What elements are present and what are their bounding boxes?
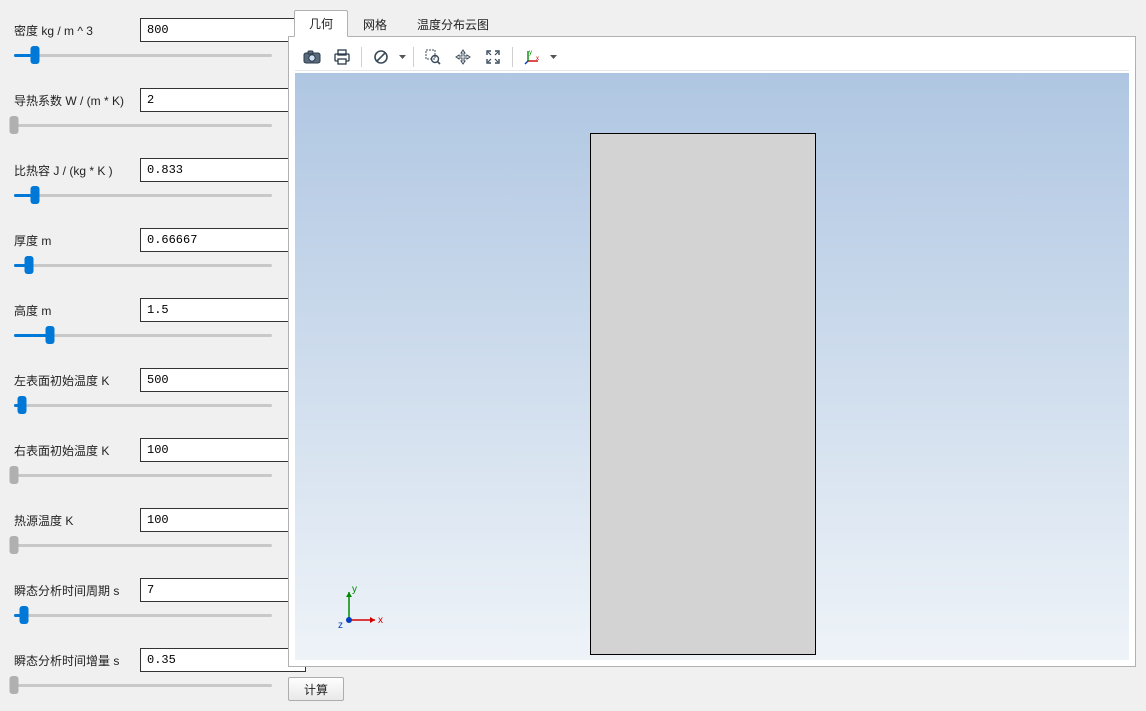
toolbar-separator: [512, 47, 513, 67]
tab-bar: 几何网格温度分布云图: [288, 10, 1136, 36]
no-symbol-icon[interactable]: [368, 45, 394, 69]
tab[interactable]: 网格: [348, 11, 402, 37]
field-input[interactable]: [140, 298, 306, 322]
field-label: 瞬态分析时间周期 s: [14, 582, 136, 599]
field-slider[interactable]: [14, 538, 272, 552]
svg-text:y: y: [529, 50, 532, 56]
field-top: 左表面初始温度 K: [14, 368, 272, 392]
field-label: 左表面初始温度 K: [14, 372, 136, 389]
field-top: 导热系数 W / (m * K): [14, 88, 272, 112]
zoom-box-icon[interactable]: [420, 45, 446, 69]
field-row: 导热系数 W / (m * K): [14, 88, 272, 132]
field-row: 热源温度 K: [14, 508, 272, 552]
app-root: 密度 kg / m ^ 3 导热系数 W / (m * K) 比热容 J / (kg…: [0, 0, 1146, 711]
field-row: 瞬态分析时间增量 s: [14, 648, 272, 692]
svg-text:x: x: [536, 56, 539, 62]
field-top: 瞬态分析时间增量 s: [14, 648, 272, 672]
field-label: 热源温度 K: [14, 512, 136, 529]
field-top: 热源温度 K: [14, 508, 272, 532]
field-label: 厚度 m: [14, 232, 136, 249]
field-top: 高度 m: [14, 298, 272, 322]
field-input[interactable]: [140, 88, 306, 112]
field-slider[interactable]: [14, 678, 272, 692]
compute-button[interactable]: 计算: [288, 677, 344, 701]
viewport-toolbar: xy: [295, 43, 1129, 71]
field-slider[interactable]: [14, 258, 272, 272]
field-label: 瞬态分析时间增量 s: [14, 652, 136, 669]
right-panel: 几何网格温度分布云图 xy x y z: [288, 10, 1136, 701]
field-slider[interactable]: [14, 48, 272, 62]
field-row: 瞬态分析时间周期 s: [14, 578, 272, 622]
field-row: 高度 m: [14, 298, 272, 342]
field-label: 高度 m: [14, 302, 136, 319]
field-input[interactable]: [140, 368, 306, 392]
field-top: 瞬态分析时间周期 s: [14, 578, 272, 602]
field-top: 比热容 J / (kg * K ): [14, 158, 272, 182]
field-label: 密度 kg / m ^ 3: [14, 22, 136, 39]
field-label: 右表面初始温度 K: [14, 442, 136, 459]
field-input[interactable]: [140, 508, 306, 532]
dropdown-caret-icon[interactable]: [549, 45, 558, 69]
field-row: 右表面初始温度 K: [14, 438, 272, 482]
field-slider[interactable]: [14, 118, 272, 132]
axis-gizmo[interactable]: x y z: [335, 582, 385, 632]
field-label: 导热系数 W / (m * K): [14, 92, 136, 109]
field-top: 厚度 m: [14, 228, 272, 252]
zoom-extents-icon[interactable]: [480, 45, 506, 69]
field-top: 密度 kg / m ^ 3: [14, 18, 272, 42]
dropdown-caret-icon[interactable]: [398, 45, 407, 69]
axes-icon[interactable]: xy: [519, 45, 545, 69]
field-input[interactable]: [140, 578, 306, 602]
svg-text:y: y: [352, 584, 357, 595]
geometry-viewport[interactable]: x y z: [295, 73, 1129, 660]
tab-content: xy x y z: [288, 36, 1136, 667]
field-slider[interactable]: [14, 468, 272, 482]
field-slider[interactable]: [14, 608, 272, 622]
field-input[interactable]: [140, 648, 306, 672]
field-row: 厚度 m: [14, 228, 272, 272]
field-label: 比热容 J / (kg * K ): [14, 162, 136, 179]
field-slider[interactable]: [14, 328, 272, 342]
field-input[interactable]: [140, 158, 306, 182]
print-icon[interactable]: [329, 45, 355, 69]
toolbar-separator: [361, 47, 362, 67]
field-row: 比热容 J / (kg * K ): [14, 158, 272, 202]
tab[interactable]: 温度分布云图: [402, 11, 504, 37]
toolbar-separator: [413, 47, 414, 67]
svg-text:x: x: [378, 615, 383, 626]
field-row: 左表面初始温度 K: [14, 368, 272, 412]
camera-icon[interactable]: [299, 45, 325, 69]
field-input[interactable]: [140, 228, 306, 252]
field-top: 右表面初始温度 K: [14, 438, 272, 462]
field-input[interactable]: [140, 438, 306, 462]
field-slider[interactable]: [14, 398, 272, 412]
field-slider[interactable]: [14, 188, 272, 202]
parameter-panel: 密度 kg / m ^ 3 导热系数 W / (m * K) 比热容 J / (kg…: [14, 10, 272, 701]
field-input[interactable]: [140, 18, 306, 42]
tab[interactable]: 几何: [294, 10, 348, 37]
compute-row: 计算: [288, 677, 1136, 701]
geometry-rectangle[interactable]: [590, 133, 816, 655]
svg-text:z: z: [338, 620, 343, 631]
field-row: 密度 kg / m ^ 3: [14, 18, 272, 62]
pan-icon[interactable]: [450, 45, 476, 69]
